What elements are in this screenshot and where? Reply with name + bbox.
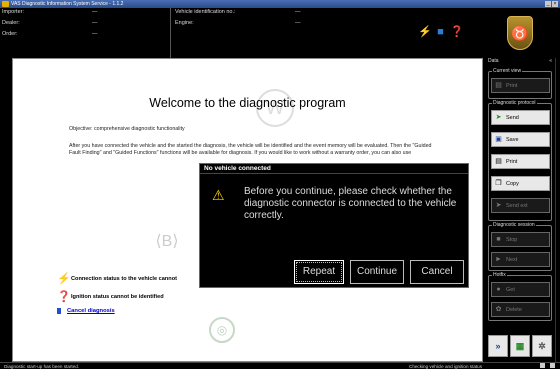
print-protocol-button[interactable]: ▤ Print [491, 154, 550, 169]
print-view-label: Print [506, 82, 518, 89]
group-diagnostic-session: Diagnostic session ■ Stop ► Next [488, 222, 552, 271]
cancel-button[interactable]: Cancel [410, 260, 464, 284]
info-icon[interactable]: ▦ [510, 335, 530, 357]
order-label: Order: [2, 31, 18, 37]
ignition-status-line: ❓ Ignition status cannot be identified [57, 291, 164, 303]
window-titlebar: VAS Diagnostic Information System Servic… [0, 0, 560, 8]
status-left-text: Diagnostic start-up has been started. [4, 364, 80, 369]
get-label: Get [506, 286, 515, 293]
next-icon: ► [495, 256, 502, 263]
importer-value: — [92, 9, 98, 15]
dealer-value: — [92, 20, 98, 26]
group-current-view-title: Current view [492, 68, 523, 74]
sidebar-bottom-toolbar: » ▦ ✲ [488, 335, 552, 357]
dialog-title: No vehicle connected [200, 164, 468, 174]
next-button[interactable]: ► Next [491, 252, 550, 267]
continue-button[interactable]: Continue [350, 260, 404, 284]
sidebar-data-label: Data [488, 58, 499, 64]
next-label: Next [506, 256, 518, 263]
copy-button[interactable]: ❐ Copy [491, 176, 550, 191]
ignition-warning-icon: ❓ [57, 291, 71, 303]
stop-icon: ■ [496, 236, 501, 243]
ignition-status-text: Ignition status cannot be identified [71, 294, 164, 300]
intro-paragraph: After you have connected the vehicle and… [69, 143, 432, 156]
send-label: Send [506, 114, 519, 121]
group-protocol-title: Diagnostic protocol [492, 100, 537, 106]
send-ext-label: Send ext [506, 202, 528, 209]
status-right-text: Checking vehicle and ignition status [409, 364, 483, 369]
dialog-message: Before you continue, please check whethe… [244, 186, 457, 221]
engine-label: Engine: [175, 20, 194, 26]
printer-icon: ▤ [495, 82, 502, 89]
group-hotfix-title: Hotfix [492, 272, 507, 278]
brand-logo-area: ♉ [480, 8, 560, 58]
send-ext-button[interactable]: ➤ Send ext [491, 198, 550, 213]
objective-text: Objective: comprehensive diagnostic func… [69, 126, 185, 132]
get-icon: ● [496, 286, 501, 293]
send-icon: ➤ [495, 114, 502, 121]
delete-button[interactable]: ✿ Delete [491, 302, 550, 317]
connection-status-text: Connection status to the vehicle cannot [71, 276, 177, 282]
forward-icon[interactable]: » [488, 335, 508, 357]
right-sidebar: Data « Current view ▤ Print Diagnostic p… [485, 58, 555, 362]
copy-label: Copy [506, 180, 519, 187]
left-gutter [0, 58, 12, 362]
vehicle-status-icon: ■ [437, 26, 444, 38]
group-session-title: Diagnostic session [492, 222, 536, 228]
vehicle-header: Importer: — Dealer: — Order: — Vehicle i… [0, 8, 480, 58]
window-title: VAS Diagnostic Information System Servic… [11, 1, 124, 7]
window-controls: _ × [545, 1, 558, 7]
delete-label: Delete [506, 306, 522, 313]
status-pause-icon [540, 363, 545, 368]
connection-status-line: ⚡ Connection status to the vehicle canno… [57, 273, 177, 285]
importer-label: Importer: [2, 9, 25, 15]
sidebar-data-header: Data « [485, 58, 555, 65]
send-button[interactable]: ➤ Send [491, 110, 550, 125]
skoda-watermark-icon: ◎ [209, 317, 235, 343]
stop-button[interactable]: ■ Stop [491, 232, 550, 247]
connection-status-icon: ⚡ [418, 26, 432, 38]
delete-icon: ✿ [495, 306, 502, 313]
stop-label: Stop [506, 236, 518, 243]
lamborghini-logo-icon: ♉ [507, 16, 533, 50]
bentley-watermark-icon: ⟨B⟩ [155, 233, 179, 250]
app-icon [2, 1, 9, 7]
ignition-status-icon: ❓ [450, 26, 464, 38]
cancel-bullet-icon [57, 308, 61, 314]
printer-icon: ▤ [495, 158, 502, 165]
dealer-label: Dealer: [2, 20, 20, 26]
collapse-icon[interactable]: « [549, 58, 552, 65]
repeat-button[interactable]: Repeat [294, 260, 344, 284]
save-label: Save [506, 136, 519, 143]
minimize-button[interactable]: _ [545, 1, 551, 7]
vin-value: — [295, 9, 301, 15]
print-view-button[interactable]: ▤ Print [491, 78, 550, 93]
group-diagnostic-protocol: Diagnostic protocol ➤ Send ▣ Save ▤ Prin… [488, 100, 552, 221]
status-bar: Diagnostic start-up has been started. Ch… [0, 362, 560, 369]
warning-icon: ⚠ [212, 187, 225, 203]
group-current-view: Current view ▤ Print [488, 68, 552, 99]
welcome-title: Welcome to the diagnostic program [149, 96, 346, 110]
get-button[interactable]: ● Get [491, 282, 550, 297]
group-hotfix: Hotfix ● Get ✿ Delete [488, 272, 552, 321]
connection-warning-icon: ⚡ [57, 273, 71, 285]
status-indicator-icon [550, 363, 555, 368]
vertical-scrollbar[interactable] [555, 58, 560, 362]
vin-label: Vehicle identification no.: [175, 9, 236, 15]
header-status-icons: ⚡ ■ ❓ [418, 26, 464, 39]
cancel-diagnosis-link[interactable]: Cancel diagnosis [57, 308, 115, 314]
header-divider [170, 8, 171, 58]
send-ext-icon: ➤ [495, 202, 502, 209]
cancel-diagnosis-label[interactable]: Cancel diagnosis [67, 308, 115, 314]
no-vehicle-dialog: No vehicle connected ⚠ Before you contin… [199, 163, 469, 288]
close-button[interactable]: × [552, 1, 558, 7]
save-icon: ▣ [495, 136, 502, 143]
print-protocol-label: Print [506, 158, 518, 165]
save-button[interactable]: ▣ Save [491, 132, 550, 147]
order-value: — [92, 31, 98, 37]
engine-value: — [295, 20, 301, 26]
settings-icon[interactable]: ✲ [532, 335, 552, 357]
copy-icon: ❐ [495, 180, 502, 187]
